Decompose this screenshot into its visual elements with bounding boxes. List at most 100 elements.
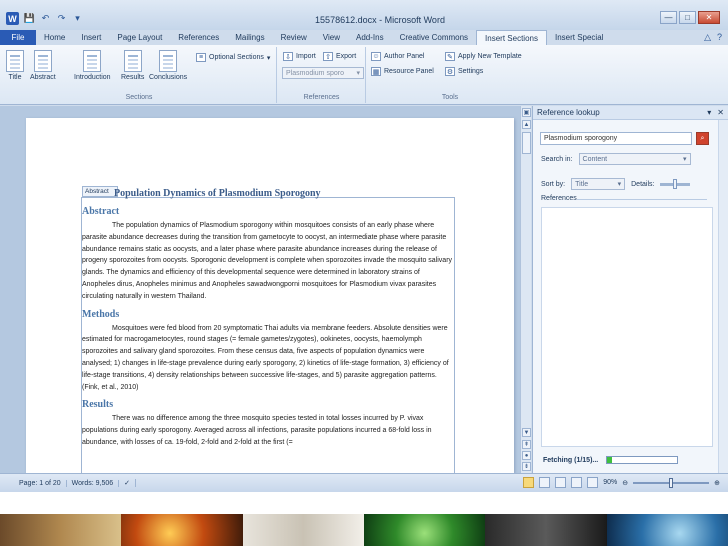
scroll-up-icon[interactable]: ▲: [522, 120, 531, 129]
help-icon[interactable]: ?: [717, 32, 722, 43]
tab-creative-commons[interactable]: Creative Commons: [392, 30, 476, 45]
details-label: Details:: [631, 180, 655, 188]
save-icon[interactable]: 💾: [24, 13, 35, 24]
document-title[interactable]: Population Dynamics of Plasmodium Sporog…: [114, 188, 321, 199]
import-button[interactable]: ⇩ Import: [283, 52, 316, 61]
undo-icon[interactable]: ↶: [40, 13, 51, 24]
print-layout-view-button[interactable]: [523, 477, 535, 488]
page-icon: [123, 50, 142, 72]
fetch-progress-fill: [607, 457, 613, 463]
photo-tile: [242, 514, 364, 546]
section-heading-abstract: Abstract: [82, 206, 120, 217]
tab-review[interactable]: Review: [273, 30, 315, 45]
pane-title: Reference lookup: [537, 108, 600, 117]
document-content[interactable]: Abstract The population dynamics of Plas…: [82, 206, 454, 449]
sections-group-label: Sections: [125, 94, 153, 101]
next-page-icon[interactable]: ⇟: [522, 462, 531, 471]
search-go-button[interactable]: ⌕: [696, 132, 709, 145]
sort-row: Sort by: Title ▾ Details:: [541, 178, 691, 190]
photo-tile: [121, 514, 243, 546]
details-slider-thumb[interactable]: [673, 178, 678, 189]
word-logo-icon[interactable]: W: [6, 12, 19, 25]
title-bar: W 💾 ↶ ↷ ▾ 15578612.docx - Microsoft Word…: [0, 0, 728, 30]
export-button[interactable]: ⇧ Export: [323, 52, 356, 61]
fetch-progress-bar: [606, 456, 679, 464]
page-count[interactable]: Page: 1 of 20: [14, 479, 67, 487]
proofing-icon[interactable]: ✓: [119, 479, 137, 487]
quick-access-toolbar: W 💾 ↶ ↷ ▾: [6, 12, 83, 25]
tab-mailings[interactable]: Mailings: [227, 30, 272, 45]
list-icon: ≡: [196, 53, 206, 62]
outline-view-button[interactable]: [571, 477, 583, 488]
page-icon: [83, 50, 102, 72]
tab-insert-special[interactable]: Insert Special: [547, 30, 611, 45]
browse-object-icon[interactable]: ●: [522, 451, 531, 460]
abstract-section-button[interactable]: Abstract: [30, 50, 56, 81]
references-list[interactable]: [541, 207, 713, 447]
draft-view-button[interactable]: [587, 477, 599, 488]
tab-page-layout[interactable]: Page Layout: [109, 30, 170, 45]
window-controls: — □ ✕: [660, 11, 720, 24]
pane-close-icon[interactable]: ✕: [717, 108, 724, 117]
tab-add-ins[interactable]: Add-Ins: [348, 30, 392, 45]
minimize-button[interactable]: —: [660, 11, 677, 24]
scroll-thumb[interactable]: [522, 132, 531, 154]
ribbon-help: △ ?: [704, 32, 722, 43]
full-screen-view-button[interactable]: [539, 477, 551, 488]
introduction-section-button[interactable]: Introduction: [74, 50, 111, 81]
scroll-down-icon[interactable]: ▼: [522, 428, 531, 437]
tab-home[interactable]: Home: [36, 30, 73, 45]
zoom-slider-thumb[interactable]: [669, 477, 674, 488]
pane-scrollbar[interactable]: [718, 120, 728, 473]
pane-header: Reference lookup ▾ ✕: [533, 106, 728, 120]
customize-icon[interactable]: ▾: [72, 13, 83, 24]
chevron-down-icon: ▾: [356, 70, 360, 77]
references-divider: [577, 199, 707, 200]
ruler-toggle-icon[interactable]: ▣: [522, 108, 531, 117]
web-layout-view-button[interactable]: [555, 477, 567, 488]
pane-options-icon[interactable]: ▾: [707, 108, 711, 117]
resource-panel-button[interactable]: ▦ Resource Panel: [371, 67, 434, 76]
methods-paragraph: Mosquitoes were fed blood from 20 sympto…: [82, 324, 449, 391]
conclusions-section-button[interactable]: Conclusions: [149, 50, 187, 81]
close-button[interactable]: ✕: [698, 11, 720, 24]
word-count[interactable]: Words: 9,506: [67, 479, 120, 487]
abstract-content-control-tag[interactable]: Abstract: [82, 186, 118, 197]
photo-tile: [0, 514, 122, 546]
zoom-slider[interactable]: [633, 477, 710, 488]
page-icon: [33, 50, 52, 72]
zoom-in-icon[interactable]: ⊕: [714, 479, 720, 487]
apply-template-button[interactable]: ✎ Apply New Template: [445, 52, 522, 61]
details-slider[interactable]: [660, 178, 691, 189]
reference-search-combo[interactable]: Plasmodium sporo ▾: [282, 67, 364, 79]
maximize-button[interactable]: □: [679, 11, 696, 24]
optional-sections-button[interactable]: ≡ Optional Sections ▾: [196, 53, 270, 62]
previous-page-icon[interactable]: ⇞: [522, 440, 531, 449]
document-scrollbar[interactable]: ▣ ▲ ▼ ⇞ ● ⇟: [520, 106, 531, 473]
sort-by-select[interactable]: Title ▾: [571, 178, 626, 190]
tab-insert-sections[interactable]: Insert Sections: [476, 30, 547, 45]
tab-view[interactable]: View: [315, 30, 348, 45]
author-panel-button[interactable]: ☺ Author Panel: [371, 52, 424, 61]
title-section-button[interactable]: Title: [6, 50, 24, 81]
tab-file[interactable]: File: [0, 30, 36, 45]
references-group-label: References: [303, 94, 340, 101]
tab-insert[interactable]: Insert: [73, 30, 109, 45]
ribbon: Title Abstract Introduction Results Conc…: [0, 45, 728, 105]
references-label: References: [541, 195, 577, 202]
results-section-button[interactable]: Results: [121, 50, 144, 81]
page-icon: [159, 50, 178, 72]
tools-group-label: Tools: [441, 94, 459, 101]
status-right: 90% ⊖ ⊕: [523, 477, 720, 488]
chevron-down-icon: ▾: [683, 156, 687, 163]
document-page[interactable]: Abstract Population Dynamics of Plasmodi…: [26, 118, 514, 473]
redo-icon[interactable]: ↷: [56, 13, 67, 24]
zoom-out-icon[interactable]: ⊖: [622, 479, 628, 487]
zoom-level[interactable]: 90%: [603, 479, 617, 486]
tab-references[interactable]: References: [170, 30, 227, 45]
reference-search-input[interactable]: Plasmodium sporogony: [540, 132, 692, 145]
search-icon: ⌕: [700, 134, 705, 142]
minimize-ribbon-icon[interactable]: △: [704, 32, 711, 43]
search-in-select[interactable]: Content ▾: [578, 153, 691, 165]
settings-button[interactable]: ⚙ Settings: [445, 67, 483, 76]
